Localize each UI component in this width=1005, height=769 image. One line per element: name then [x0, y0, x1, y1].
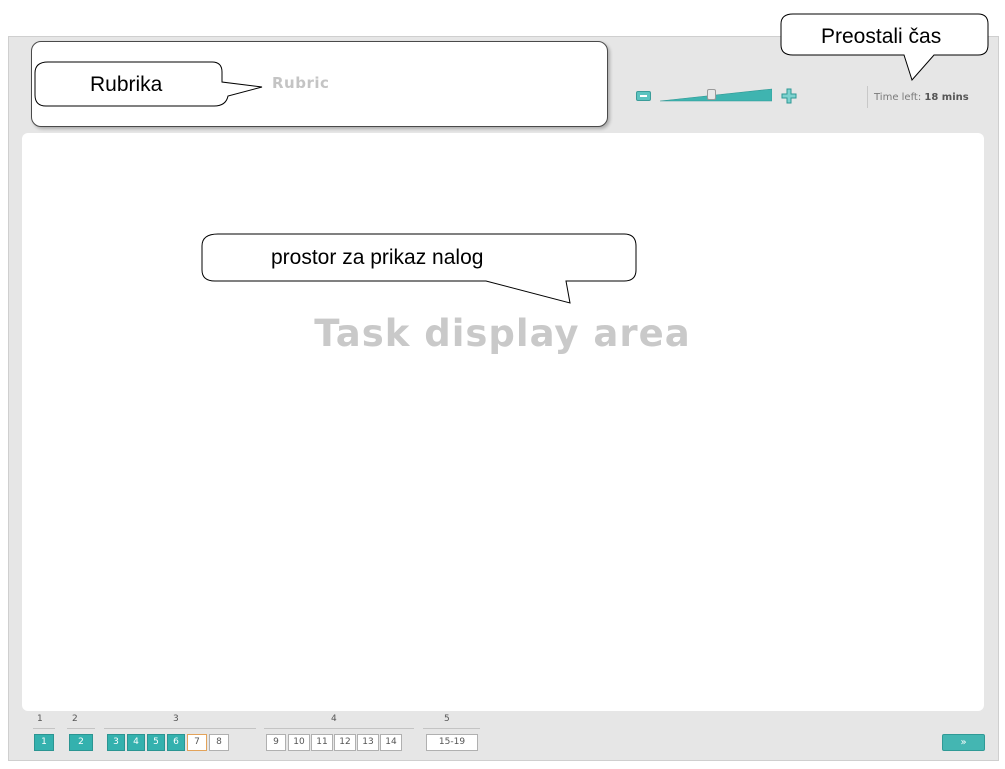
section-divider: [67, 728, 95, 729]
time-callout-text: Preostali čas: [821, 25, 942, 48]
section-divider: [33, 728, 55, 729]
section-divider: [264, 728, 414, 729]
section-label: 3: [173, 714, 179, 724]
question-button-9[interactable]: 9: [266, 734, 286, 751]
section-label: 2: [72, 714, 78, 724]
rubric-callout-text: Rubrika: [90, 73, 163, 96]
question-button-12[interactable]: 12: [334, 734, 356, 751]
question-button-3[interactable]: 3: [107, 734, 125, 751]
next-page-button[interactable]: »: [942, 734, 985, 751]
question-button-7[interactable]: 7: [187, 734, 207, 751]
question-button-14[interactable]: 14: [380, 734, 402, 751]
question-button-10[interactable]: 10: [288, 734, 310, 751]
question-button-4[interactable]: 4: [127, 734, 145, 751]
section-divider: [423, 728, 480, 729]
question-button-8[interactable]: 8: [209, 734, 229, 751]
question-button-15-19[interactable]: 15-19: [426, 734, 478, 751]
question-button-6[interactable]: 6: [167, 734, 185, 751]
section-label: 5: [444, 714, 450, 724]
question-button-11[interactable]: 11: [311, 734, 333, 751]
question-button-5[interactable]: 5: [147, 734, 165, 751]
section-label: 4: [331, 714, 337, 724]
callout-bubbles: [34, 13, 989, 304]
question-button-13[interactable]: 13: [357, 734, 379, 751]
question-button-1[interactable]: 1: [34, 734, 54, 751]
section-label: 1: [37, 714, 43, 724]
section-divider: [104, 728, 256, 729]
question-button-2[interactable]: 2: [69, 734, 93, 751]
task-callout-text: prostor za prikaz nalog: [271, 246, 484, 269]
